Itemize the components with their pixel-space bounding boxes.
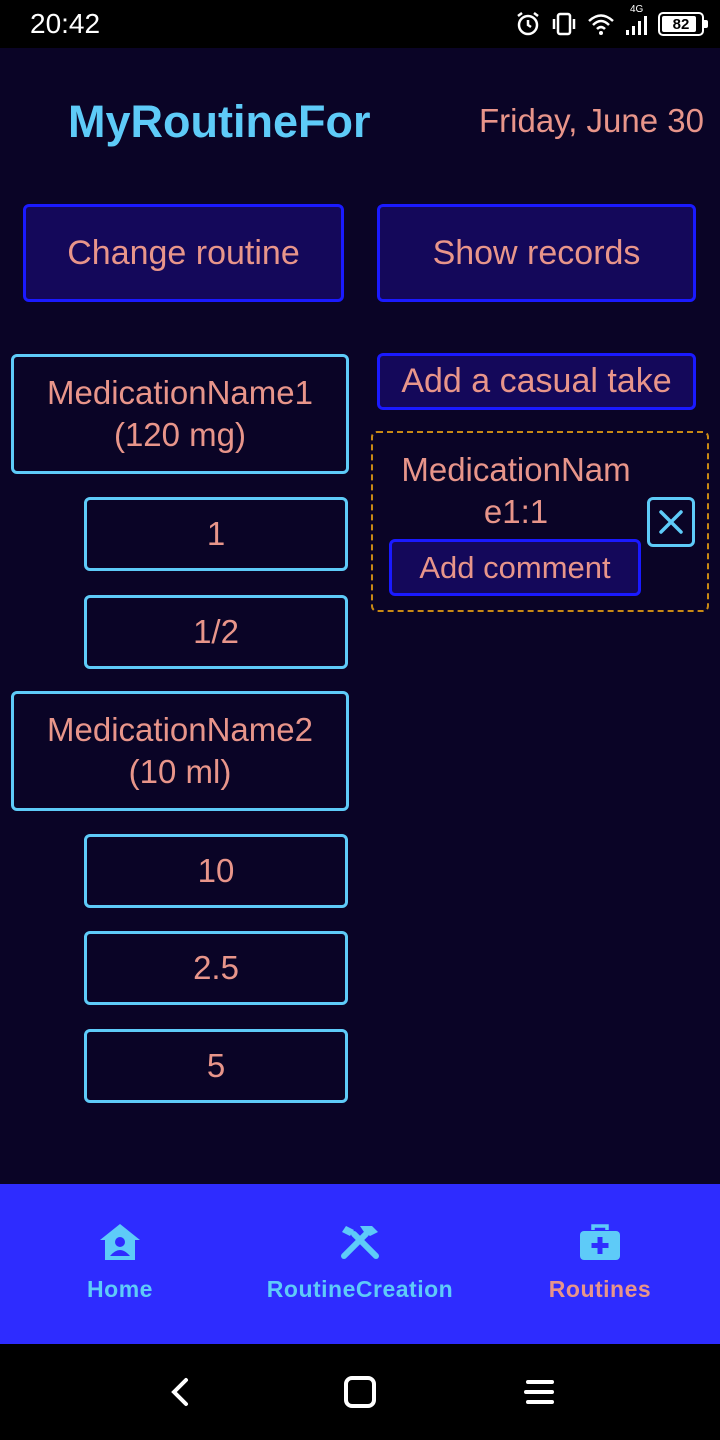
show-records-button[interactable]: Show records (377, 204, 696, 302)
casual-take-name: MedicationNam e1:1 (385, 449, 647, 533)
dose-button[interactable]: 5 (84, 1029, 348, 1103)
menu-icon[interactable] (522, 1374, 558, 1410)
close-icon (659, 510, 683, 534)
status-time: 20:42 (30, 8, 101, 39)
remove-take-button[interactable] (647, 497, 695, 547)
casual-take-name-line2: e1:1 (483, 493, 549, 530)
nav-label-routinecreation: RoutineCreation (266, 1276, 454, 1302)
casual-take-name-line1: MedicationNam (401, 451, 631, 488)
tools-icon (341, 1226, 379, 1259)
signal-icon (626, 16, 647, 35)
wifi-icon (588, 14, 614, 35)
dose-button[interactable]: 10 (84, 834, 348, 908)
medication-card[interactable]: MedicationName1 (120 mg) (11, 354, 349, 474)
dose-button[interactable]: 1 (84, 497, 348, 571)
add-comment-button[interactable]: Add comment (389, 539, 641, 596)
casual-take-card: MedicationNam e1:1 Add comment (371, 431, 709, 612)
dose-button[interactable]: 2.5 (84, 931, 348, 1005)
medication-card[interactable]: MedicationName2 (10 ml) (11, 691, 349, 811)
system-navigation-bar (0, 1344, 720, 1440)
change-routine-button[interactable]: Change routine (23, 204, 344, 302)
medication-amount: (120 mg) (113, 416, 247, 453)
medical-bag-icon (580, 1224, 620, 1260)
vibrate-icon (552, 12, 576, 36)
app-title: MyRoutineFor (68, 96, 371, 147)
nav-label-home: Home (87, 1276, 153, 1302)
nav-item-routinecreation[interactable]: RoutineCreation (240, 1184, 480, 1344)
medication-name: MedicationName1 (47, 374, 313, 411)
nav-item-routines[interactable]: Routines (480, 1184, 720, 1344)
home-button-icon[interactable] (342, 1374, 378, 1410)
medication-amount: (10 ml) (128, 753, 232, 790)
cell-signal: 4G (624, 4, 650, 38)
status-bar: 20:42 4G 82 (0, 0, 720, 48)
battery-icon: 82 (658, 12, 708, 36)
current-date: Friday, June 30 (478, 102, 704, 139)
status-icons: 4G 82 (514, 4, 708, 40)
medication-name: MedicationName2 (47, 711, 313, 748)
alarm-icon (517, 12, 539, 36)
bottom-navigation: Home RoutineCreation Routines (0, 1184, 720, 1344)
back-icon[interactable] (166, 1374, 196, 1410)
home-person-icon (100, 1224, 140, 1260)
nav-label-routines: Routines (548, 1276, 652, 1302)
nav-item-home[interactable]: Home (0, 1184, 240, 1344)
dose-button[interactable]: 1/2 (84, 595, 348, 669)
battery-level: 82 (672, 15, 690, 33)
add-casual-take-button[interactable]: Add a casual take (377, 353, 696, 410)
